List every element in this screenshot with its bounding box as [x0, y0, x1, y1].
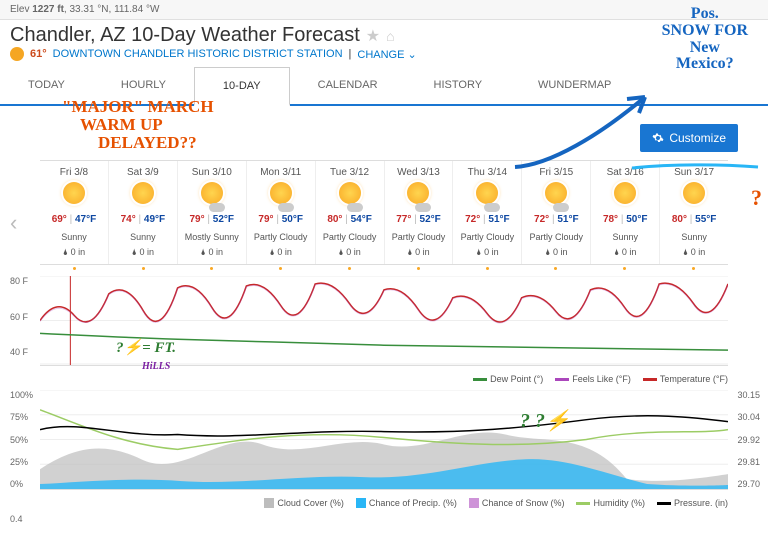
precip-chart[interactable]: 0.4 — [40, 514, 728, 528]
legend-item: Cloud Cover (%) — [264, 498, 344, 508]
scroll-left-arrow[interactable]: ‹ — [10, 210, 17, 236]
chart2-legend: Cloud Cover (%) Chance of Precip. (%) Chan… — [0, 496, 768, 510]
lon-value: 111.84 °W — [114, 4, 159, 15]
humidity-pressure-chart[interactable]: 100% 75% 50% 25% 0% 30.15 30.04 29.92 29… — [40, 390, 728, 490]
tab-calendar[interactable]: CALENDAR — [290, 67, 406, 104]
elev-value: 1227 ft — [32, 4, 64, 15]
chevron-down-icon: ⌄ — [408, 49, 417, 61]
lat-value: 33.31 °N — [69, 4, 108, 15]
weather-icon — [541, 182, 571, 212]
weather-icon — [266, 182, 296, 212]
forecast-day[interactable]: Sun 3/17 80° | 55°F Sunny 🌢 0 in — [660, 161, 728, 264]
elevation-bar: Elev 1227 ft, 33.31 °N, 111.84 °W — [0, 0, 768, 20]
weather-icon — [335, 182, 365, 212]
legend-item: Chance of Snow (%) — [469, 498, 565, 508]
weather-icon — [59, 182, 89, 212]
tab-wundermap[interactable]: WUNDERMAP — [510, 67, 639, 104]
gear-icon — [652, 132, 664, 144]
forecast-day[interactable]: Sat 3/9 74° | 49°F Sunny 🌢 0 in — [109, 161, 178, 264]
weather-icon — [610, 182, 640, 212]
legend-item: Temperature (°F) — [643, 374, 728, 384]
change-station-link[interactable]: CHANGE ⌄ — [357, 48, 416, 61]
sun-icon — [10, 47, 24, 61]
current-temp: 61° — [30, 48, 47, 60]
legend-item: Feels Like (°F) — [555, 374, 631, 384]
favorite-star-icon[interactable]: ★ — [366, 26, 380, 46]
chart1-legend: Dew Point (°) Feels Like (°F) Temperature … — [0, 372, 768, 386]
daily-forecast-strip: Fri 3/8 69° | 47°F Sunny 🌢 0 inSat 3/9 7… — [40, 160, 728, 265]
legend-item: Humidity (%) — [576, 498, 645, 508]
tab-today[interactable]: TODAY — [0, 67, 93, 104]
station-link[interactable]: DOWNTOWN CHANDLER HISTORIC DISTRICT STAT… — [53, 48, 343, 60]
weather-icon — [128, 182, 158, 212]
tab-10-day[interactable]: 10-DAY — [194, 67, 290, 106]
tab-history[interactable]: HISTORY — [406, 67, 511, 104]
forecast-day[interactable]: Tue 3/12 80° | 54°F Partly Cloudy 🌢 0 in — [316, 161, 385, 264]
forecast-day[interactable]: Sat 3/16 78° | 50°F Sunny 🌢 0 in — [591, 161, 660, 264]
customize-button[interactable]: Customize — [640, 124, 738, 152]
legend-item: Pressure. (in) — [657, 498, 728, 508]
elev-label: Elev — [10, 4, 29, 15]
forecast-day[interactable]: Sun 3/10 79° | 52°F Mostly Sunny 🌢 0 in — [178, 161, 247, 264]
forecast-day[interactable]: Mon 3/11 79° | 50°F Partly Cloudy 🌢 0 in — [247, 161, 316, 264]
legend-item: Dew Point (°) — [473, 374, 543, 384]
forecast-day[interactable]: Fri 3/8 69° | 47°F Sunny 🌢 0 in — [40, 161, 109, 264]
tab-hourly[interactable]: HOURLY — [93, 67, 194, 104]
weather-icon — [197, 182, 227, 212]
weather-icon — [679, 182, 709, 212]
customize-label: Customize — [669, 131, 726, 145]
page-title: Chandler, AZ 10-Day Weather Forecast — [10, 24, 360, 47]
weather-icon — [403, 182, 433, 212]
home-icon[interactable]: ⌂ — [386, 28, 394, 44]
forecast-day[interactable]: Fri 3/15 72° | 51°F Partly Cloudy 🌢 0 in — [522, 161, 591, 264]
forecast-day[interactable]: Thu 3/14 72° | 51°F Partly Cloudy 🌢 0 in — [453, 161, 522, 264]
forecast-tabs: TODAYHOURLY10-DAYCALENDARHISTORYWUNDERMA… — [0, 67, 768, 106]
station-row: 61° DOWNTOWN CHANDLER HISTORIC DISTRICT … — [0, 47, 768, 67]
legend-item: Chance of Precip. (%) — [356, 498, 457, 508]
weather-icon — [472, 182, 502, 212]
forecast-day[interactable]: Wed 3/13 77° | 52°F Partly Cloudy 🌢 0 in — [385, 161, 454, 264]
temperature-chart[interactable]: 80 F 60 F 40 F — [40, 276, 728, 366]
title-row: Chandler, AZ 10-Day Weather Forecast ★ ⌂ — [0, 20, 768, 47]
